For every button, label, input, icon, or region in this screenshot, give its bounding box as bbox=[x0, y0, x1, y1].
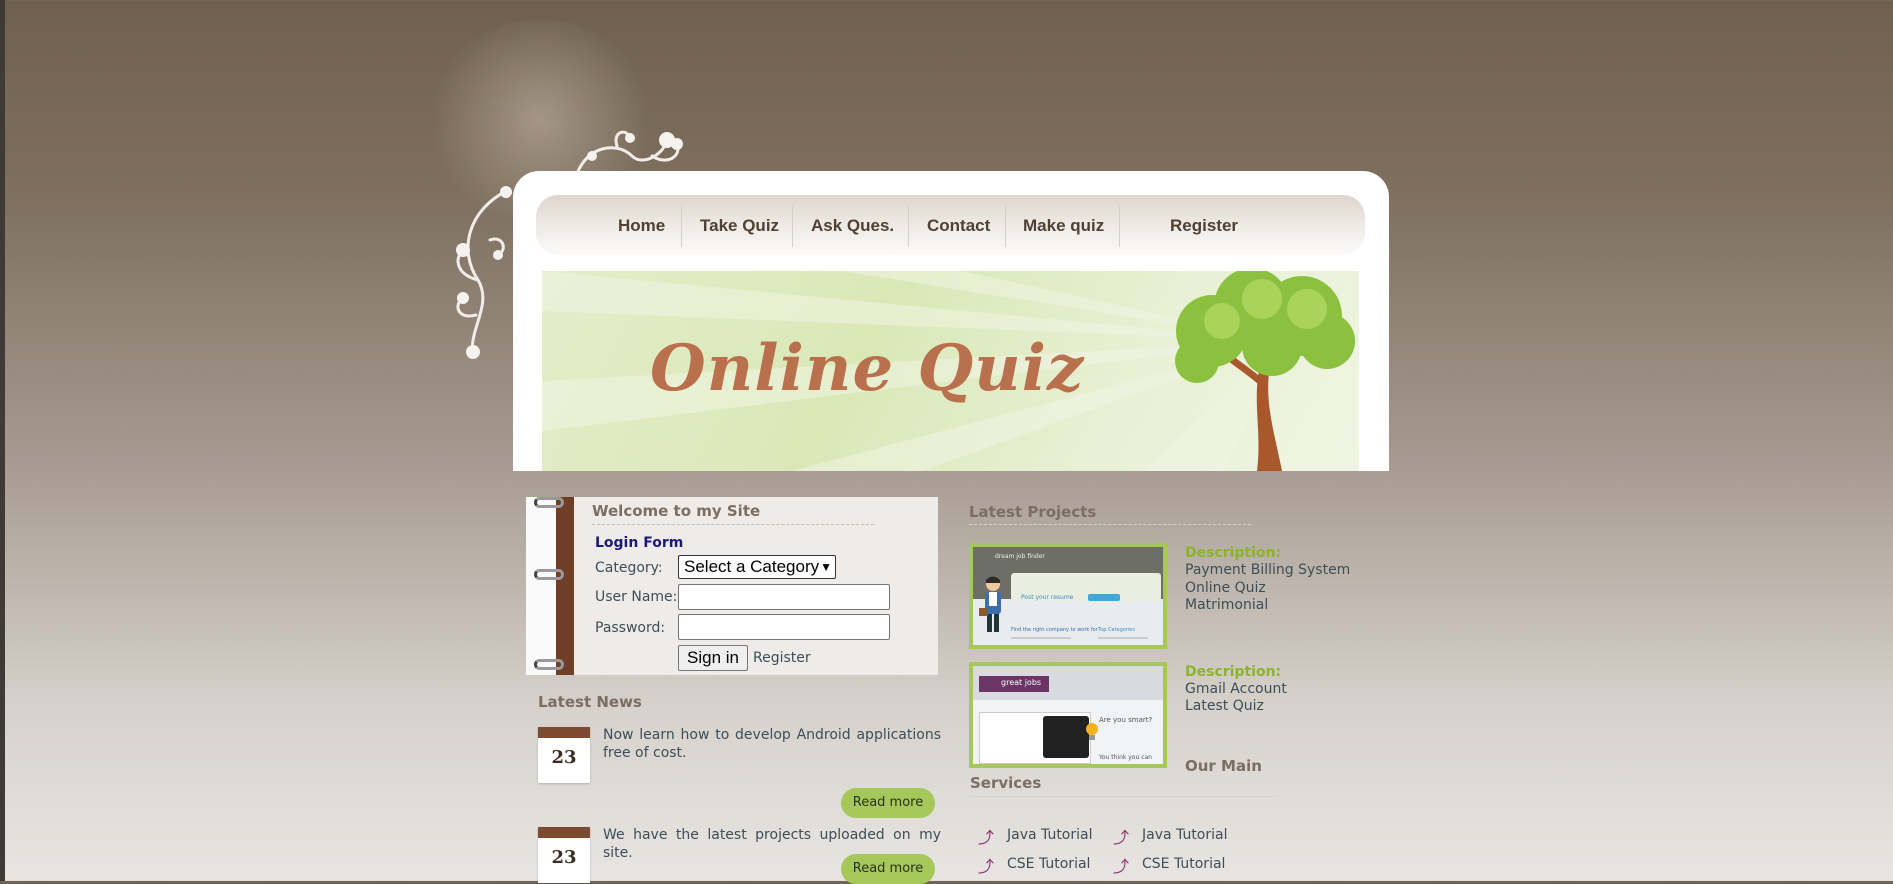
thumb1-header: dream job finder bbox=[995, 553, 1045, 560]
main-navigation: Home Take Quiz Ask Ques. Contact Make qu… bbox=[536, 195, 1365, 255]
person-icon bbox=[979, 576, 1001, 632]
news-date-calendar-icon: 23 bbox=[538, 827, 590, 883]
binder-ring-icon bbox=[534, 659, 564, 670]
nav-divider bbox=[1119, 205, 1120, 247]
arrow-bullet-icon: ⤴ bbox=[978, 857, 995, 876]
thumb2-note: You think you can bbox=[1099, 754, 1152, 761]
chevron-down-icon: ▼ bbox=[820, 560, 832, 574]
read-more-button[interactable]: Read more bbox=[841, 788, 935, 818]
register-link[interactable]: Register bbox=[753, 650, 811, 666]
nav-take-quiz[interactable]: Take Quiz bbox=[700, 195, 779, 255]
arrow-bullet-icon: ⤴ bbox=[978, 828, 995, 847]
service-link[interactable]: CSE Tutorial bbox=[1142, 856, 1225, 872]
nav-make-quiz[interactable]: Make quiz bbox=[1023, 195, 1104, 255]
nav-register[interactable]: Register bbox=[1170, 195, 1238, 255]
service-link[interactable]: CSE Tutorial bbox=[1007, 856, 1090, 872]
window-edge bbox=[0, 0, 5, 881]
project-description-label: Description: bbox=[1185, 664, 1282, 680]
nav-divider bbox=[1005, 205, 1006, 247]
thumb2-heading: Are you smart? bbox=[1099, 716, 1153, 724]
tree-illustration bbox=[1175, 271, 1355, 471]
services-divider bbox=[969, 796, 1279, 797]
thumb2-brand: great jobs bbox=[1001, 678, 1042, 687]
service-link[interactable]: Java Tutorial bbox=[1007, 827, 1093, 843]
latest-projects-title: Latest Projects bbox=[969, 503, 1097, 521]
nav-divider bbox=[681, 205, 682, 247]
login-form-title: Login Form bbox=[595, 535, 684, 551]
services-title: Our Main bbox=[1185, 757, 1262, 775]
project-thumbnail-1[interactable]: dream job finder Post your resume Find t… bbox=[969, 543, 1167, 649]
username-label: User Name: bbox=[595, 589, 678, 605]
notebook-page bbox=[526, 497, 556, 675]
password-label: Password: bbox=[595, 620, 666, 636]
category-label: Category: bbox=[595, 560, 663, 576]
dashed-divider bbox=[969, 524, 1251, 525]
read-more-button[interactable]: Read more bbox=[841, 854, 935, 884]
floral-ornament-top bbox=[575, 130, 683, 176]
password-input[interactable] bbox=[678, 614, 890, 640]
category-select[interactable]: Select a Category ▼ bbox=[678, 555, 836, 579]
nav-contact[interactable]: Contact bbox=[927, 195, 990, 255]
project-line: Latest Quiz bbox=[1185, 698, 1264, 714]
services-title-continued: Services bbox=[970, 774, 1042, 792]
nav-divider bbox=[908, 205, 909, 247]
project-line: Gmail Account bbox=[1185, 681, 1287, 697]
latest-news-title: Latest News bbox=[538, 693, 642, 711]
thumb1-tab: Top Categories bbox=[1098, 627, 1135, 633]
notebook-spine bbox=[556, 497, 574, 675]
service-link[interactable]: Java Tutorial bbox=[1142, 827, 1228, 843]
login-heading: Welcome to my Site bbox=[592, 502, 761, 520]
binder-ring-icon bbox=[534, 497, 564, 508]
news-item-text: Now learn how to develop Android applica… bbox=[603, 727, 941, 761]
project-line: Online Quiz bbox=[1185, 580, 1266, 596]
floral-ornament-left bbox=[456, 186, 512, 359]
arrow-bullet-icon: ⤴ bbox=[1113, 857, 1130, 876]
project-description-label: Description: bbox=[1185, 545, 1282, 561]
news-date-day: 23 bbox=[551, 847, 577, 868]
nav-ask-question[interactable]: Ask Ques. bbox=[811, 195, 894, 255]
nav-home[interactable]: Home bbox=[618, 195, 665, 255]
project-thumbnail-2[interactable]: great jobs Are you smart? You think you … bbox=[969, 662, 1167, 768]
dashed-divider bbox=[592, 524, 874, 525]
project-line: Payment Billing System bbox=[1185, 562, 1351, 578]
username-input[interactable] bbox=[678, 584, 890, 610]
news-date-calendar-icon: 23 bbox=[538, 727, 590, 783]
thumb1-tab: Find the right company to work for bbox=[1011, 627, 1098, 633]
news-date-day: 23 bbox=[551, 747, 577, 768]
category-select-value: Select a Category bbox=[684, 557, 820, 576]
banner-title: Online Quiz bbox=[650, 331, 1085, 406]
binder-ring-icon bbox=[534, 569, 564, 580]
thumb1-post-button: Post your resume bbox=[1021, 594, 1074, 601]
project-line: Matrimonial bbox=[1185, 597, 1269, 613]
sign-in-button[interactable]: Sign in bbox=[678, 645, 748, 671]
arrow-bullet-icon: ⤴ bbox=[1113, 828, 1130, 847]
header-banner: Online Quiz bbox=[542, 271, 1359, 471]
nav-divider bbox=[792, 205, 793, 247]
lightbulb-icon bbox=[1086, 723, 1098, 740]
